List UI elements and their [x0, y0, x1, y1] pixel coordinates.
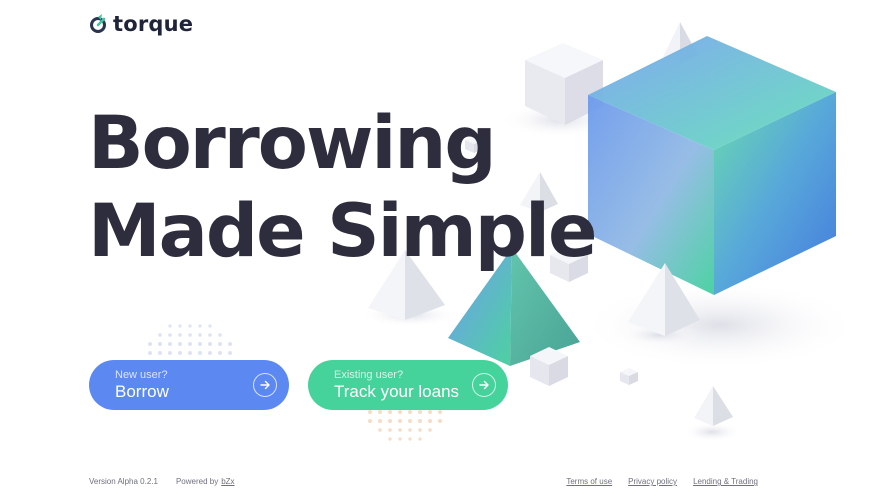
arrow-right-icon: [253, 373, 277, 397]
powered-by-prefix: Powered by: [175, 477, 219, 486]
borrow-label: Borrow: [115, 381, 169, 401]
hero-title-line1: Borrowing: [88, 101, 497, 186]
borrow-button[interactable]: New user? Borrow: [89, 360, 289, 410]
track-subtitle: Existing user?: [334, 368, 404, 381]
hero-title-line2: Made Simple: [88, 189, 598, 274]
track-loans-button[interactable]: Existing user? Track your loans: [308, 360, 508, 410]
version-label: Version Alpha 0.2.1: [89, 477, 158, 486]
footer-links: Terms of use Privacy policy Lending & Tr…: [566, 477, 758, 486]
footer-left: Version Alpha 0.2.1 Powered by bZx: [89, 477, 235, 486]
powered-by: Powered by bZx: [176, 477, 235, 486]
borrow-subtitle: New user?: [115, 368, 168, 381]
arrow-right-icon: [472, 373, 496, 397]
track-loans-button-text: Existing user? Track your loans: [334, 369, 472, 402]
lending-trading-link[interactable]: Lending & Trading: [693, 477, 758, 486]
footer: Version Alpha 0.2.1 Powered by bZx Terms…: [89, 477, 758, 486]
bzx-link[interactable]: bZx: [221, 477, 234, 486]
track-label: Track your loans: [334, 381, 460, 401]
terms-of-use-link[interactable]: Terms of use: [566, 477, 612, 486]
dot-pattern-left: [148, 324, 232, 355]
borrow-button-text: New user? Borrow: [115, 369, 253, 402]
hero-title: Borrowing Made Simple: [88, 100, 598, 276]
dot-pattern-right: [368, 410, 442, 441]
privacy-policy-link[interactable]: Privacy policy: [628, 477, 677, 486]
